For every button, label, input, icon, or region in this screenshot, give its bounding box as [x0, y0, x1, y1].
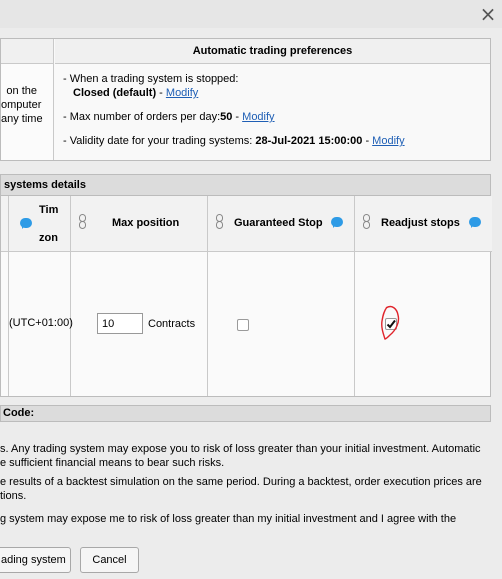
stopped-label: - When a trading system is stopped: — [63, 73, 239, 85]
max-orders-value: 50 — [220, 111, 233, 123]
dialog-titlebar: × — [0, 0, 502, 28]
modify-validity-link[interactable]: Modify — [372, 135, 404, 147]
col-left-edge — [1, 196, 9, 396]
start-trading-system-button[interactable]: ading system — [0, 547, 71, 573]
guaranteed-stop-checkbox[interactable] — [237, 319, 249, 331]
close-button[interactable]: × — [478, 4, 498, 24]
disclaimer-line-5: g system may expose me to risk of loss g… — [0, 513, 457, 525]
timezone-value: (UTC+01:00) — [9, 317, 73, 329]
red-annotation-mark — [381, 305, 400, 340]
timezone-header-bottom: zon — [39, 232, 58, 244]
systems-details-header: systems details — [0, 174, 491, 196]
col-timezone-head: Tim zon — [9, 196, 70, 252]
separator: - — [232, 111, 243, 123]
cancel-button[interactable]: Cancel — [80, 547, 139, 573]
modify-stopped-link[interactable]: Modify — [166, 87, 198, 99]
validity-label: - Validity date for your trading systems… — [63, 135, 256, 147]
guaranteed-stop-header: Guaranteed Stop — [234, 217, 323, 229]
info-bubble-icon[interactable] — [469, 217, 481, 228]
disclaimer-block-1: s. Any trading system may expose you to … — [0, 442, 495, 470]
stopped-value: Closed (default) — [73, 87, 157, 99]
col-guaranteed-stop: Guaranteed Stop — [208, 196, 355, 396]
left-fragment-1: on the — [6, 85, 37, 97]
link-chain-icon[interactable] — [216, 214, 223, 229]
info-bubble-icon[interactable] — [331, 217, 343, 228]
disclaimer-line-4: tions. — [0, 490, 27, 502]
max-position-input[interactable] — [97, 313, 143, 334]
disclaimer-line-2: e sufficient financial means to bear suc… — [0, 457, 225, 469]
preferences-body: - When a trading system is stopped: Clos… — [63, 72, 483, 148]
left-column-header — [1, 39, 54, 64]
col-readjust-stops: Readjust stops — [355, 196, 492, 396]
link-chain-icon[interactable] — [363, 214, 370, 229]
readjust-stops-header: Readjust stops — [381, 217, 460, 229]
left-column-text: on the omputer any time — [1, 64, 54, 160]
link-chain-icon[interactable] — [79, 214, 86, 229]
separator: - — [362, 135, 373, 147]
col-max-position-head: Max position — [71, 196, 207, 252]
validity-value: 28-Jul-2021 15:00:00 — [255, 135, 363, 147]
preferences-header: Automatic trading preferences — [55, 39, 490, 64]
modify-max-orders-link[interactable]: Modify — [242, 111, 274, 123]
left-fragment-2: omputer — [1, 99, 42, 111]
max-orders-label: - Max number of orders per day: — [63, 111, 221, 123]
col-max-position: Max position — [71, 196, 208, 396]
systems-grid: Tim zon (UTC+01:00) Max position Guarant… — [0, 196, 492, 397]
col-timezone: Tim zon (UTC+01:00) — [9, 196, 73, 396]
disclaimer-line-1: s. Any trading system may expose you to … — [0, 443, 481, 455]
col-guaranteed-stop-head: Guaranteed Stop — [208, 196, 354, 252]
separator: - — [156, 87, 166, 99]
max-position-unit: Contracts — [148, 318, 196, 330]
left-fragment-3: any time — [1, 113, 43, 125]
disclaimer-line-3: e results of a backtest simulation on th… — [0, 476, 482, 488]
preferences-panel: on the omputer any time Automatic tradin… — [0, 38, 491, 161]
col-readjust-stops-head: Readjust stops — [355, 196, 492, 252]
timezone-header-top: Tim — [39, 204, 59, 216]
disclaimer-block-2: e results of a backtest simulation on th… — [0, 475, 495, 503]
disclaimer-block-3: g system may expose me to risk of loss g… — [0, 512, 495, 526]
code-row: Code: — [0, 405, 491, 422]
col-left-edge-head — [1, 196, 8, 252]
max-position-header: Max position — [112, 217, 180, 229]
validity-row: - Validity date for your trading systems… — [63, 134, 483, 148]
stopped-row: Closed (default) - Modify — [63, 86, 483, 100]
max-orders-row: - Max number of orders per day:50 - Modi… — [63, 110, 483, 124]
info-bubble-icon[interactable] — [20, 218, 32, 229]
